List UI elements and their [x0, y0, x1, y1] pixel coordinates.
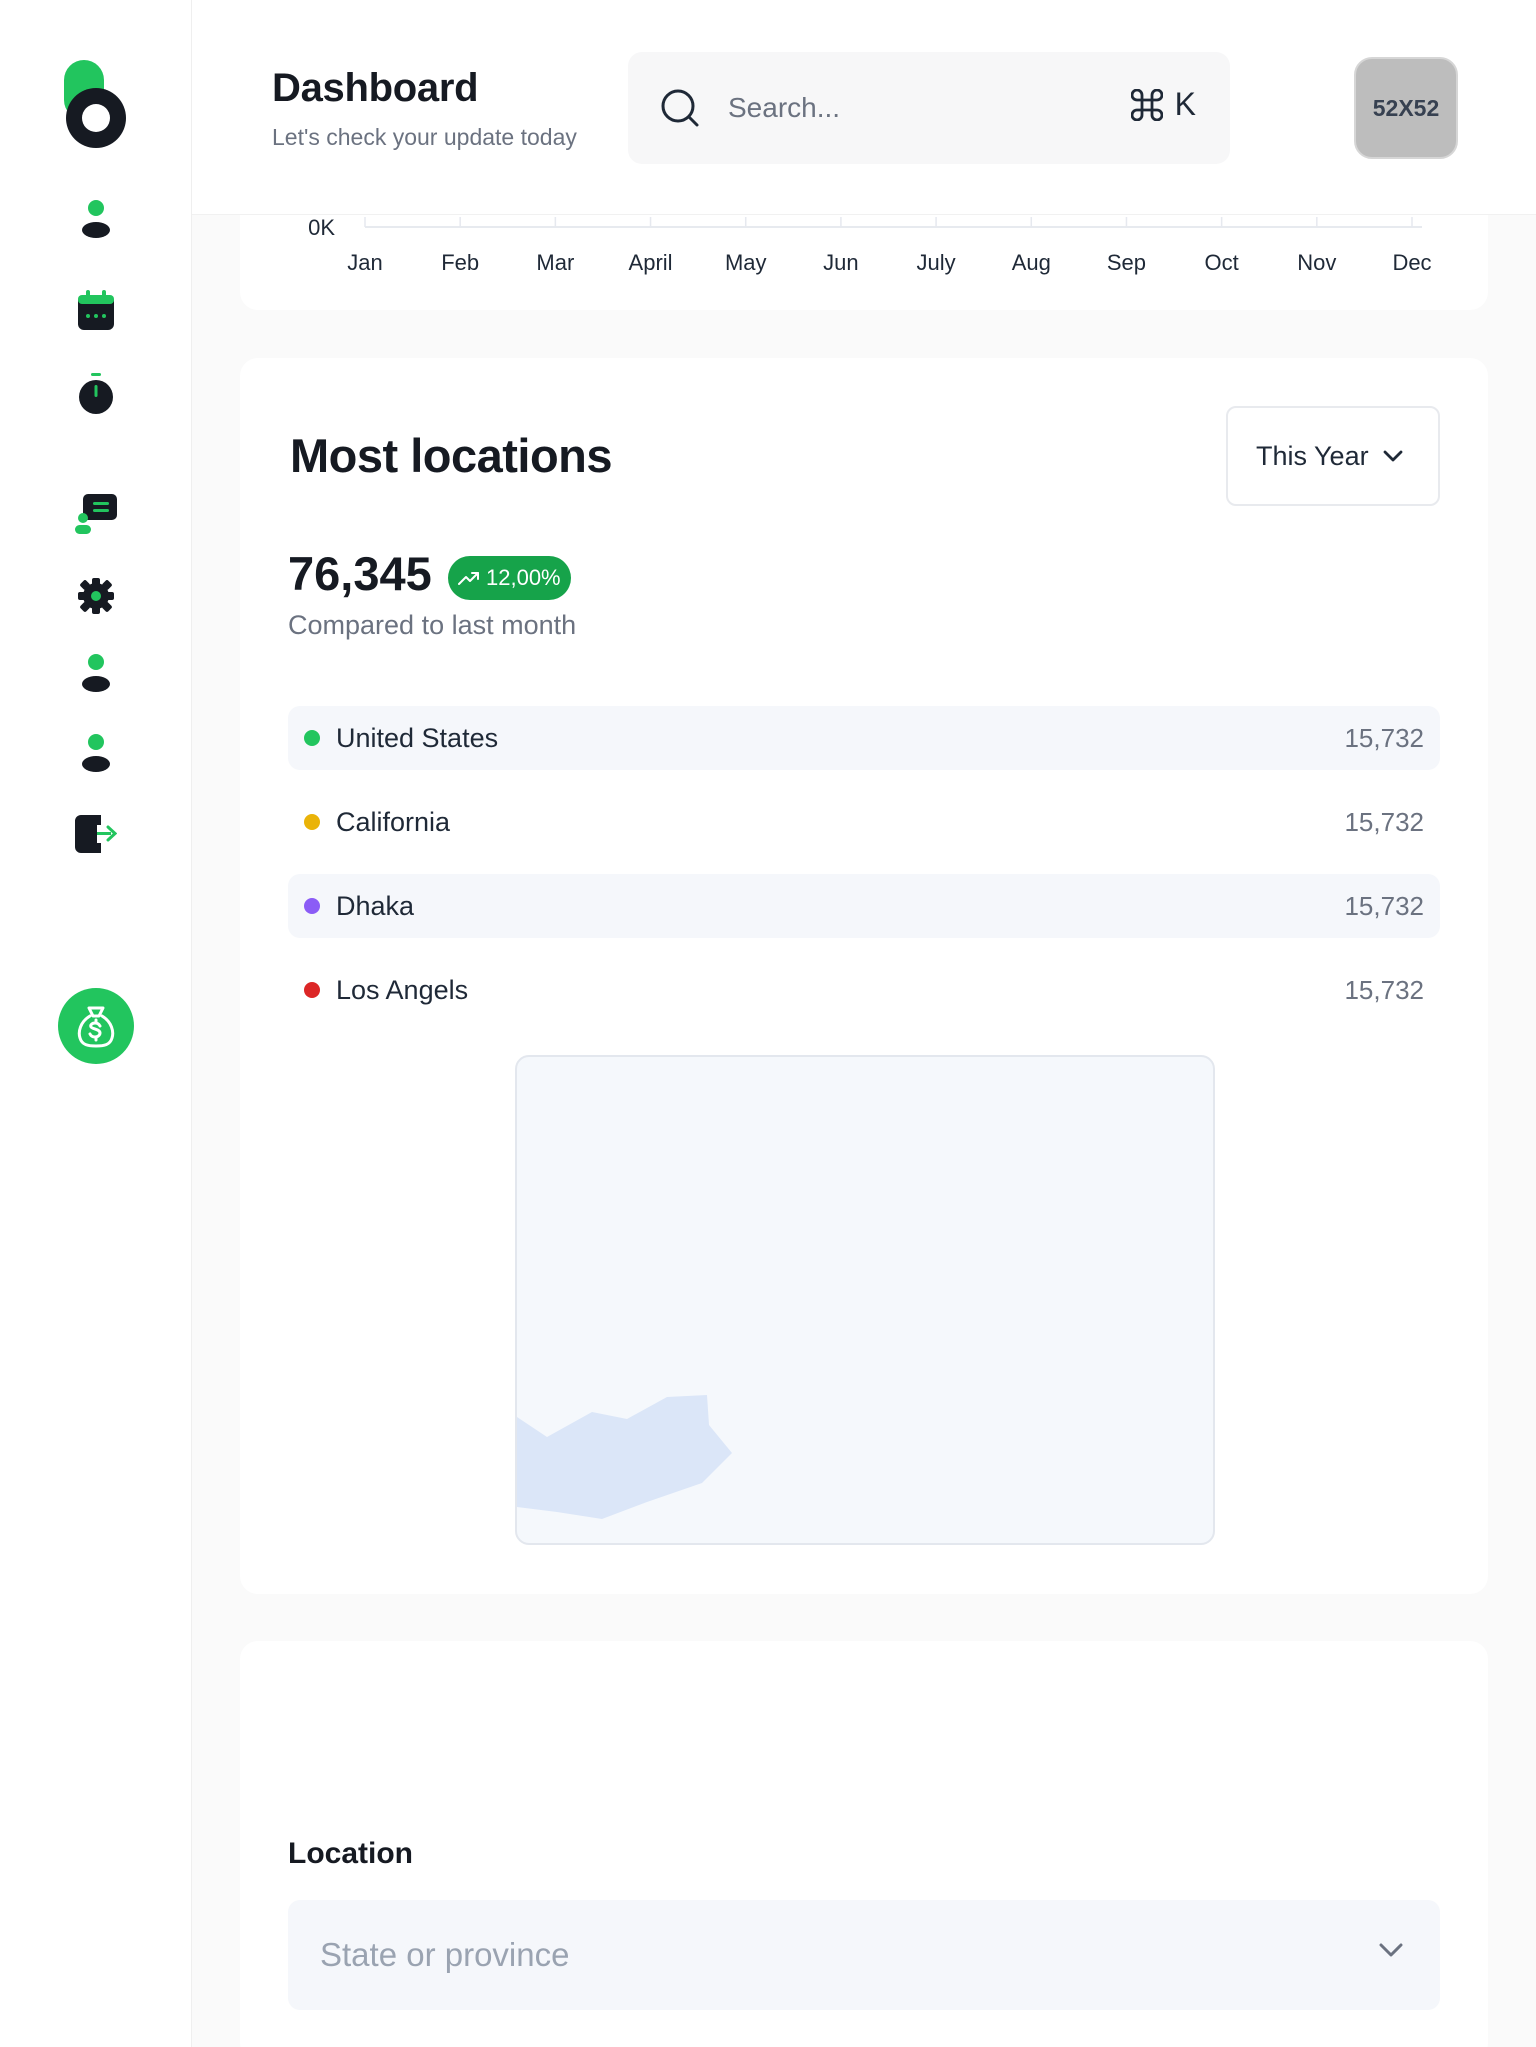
- x-tick-label: May: [725, 250, 767, 275]
- command-icon: [1130, 88, 1163, 121]
- shortcut-key: K: [1174, 86, 1196, 122]
- x-tick-label: Dec: [1392, 250, 1431, 275]
- logo[interactable]: [62, 60, 130, 152]
- page-subtitle: Let's check your update today: [272, 124, 577, 150]
- location-value: 15,732: [1344, 974, 1424, 1005]
- top-header: Dashboard Let's check your update today …: [192, 0, 1536, 215]
- location-label: Location: [288, 1837, 413, 1870]
- list-item[interactable]: Los Angels 15,732: [288, 958, 1440, 1022]
- total-count: 76,345: [288, 547, 432, 600]
- search-shortcut: K: [1130, 86, 1196, 123]
- list-item[interactable]: Dhaka 15,732: [288, 874, 1440, 938]
- search-icon: [661, 89, 699, 127]
- sidebar: [0, 0, 192, 2047]
- card-title: Most locations: [290, 429, 613, 482]
- user-icon[interactable]: [72, 196, 120, 244]
- x-tick-label: Aug: [1012, 250, 1051, 275]
- list-item[interactable]: California 15,732: [288, 790, 1440, 854]
- x-tick-label: Nov: [1297, 250, 1336, 275]
- y-tick-label: 0K: [308, 215, 335, 240]
- growth-value: 12,00%: [486, 565, 561, 590]
- location-form-card: Location State or province: [240, 1641, 1488, 2047]
- legend-dot: [304, 982, 320, 998]
- user-icon[interactable]: [72, 730, 120, 778]
- user-icon[interactable]: [72, 650, 120, 698]
- legend-dot: [304, 814, 320, 830]
- location-name: Dhaka: [336, 890, 415, 921]
- x-tick-label: Feb: [441, 250, 479, 275]
- period-select[interactable]: This Year: [1226, 406, 1440, 506]
- calendar-icon[interactable]: [72, 286, 120, 334]
- list-item[interactable]: United States 15,732: [288, 706, 1440, 770]
- world-map[interactable]: [515, 1055, 1215, 1545]
- money-bag-icon[interactable]: [58, 988, 134, 1064]
- growth-badge: 12,00%: [448, 556, 571, 600]
- timer-icon[interactable]: [72, 370, 120, 418]
- x-tick-label: Jun: [823, 250, 858, 275]
- compare-text: Compared to last month: [288, 610, 577, 640]
- page-title: Dashboard: [272, 66, 479, 110]
- logout-icon[interactable]: [72, 810, 120, 858]
- location-name: Los Angels: [336, 974, 469, 1005]
- trend-up-icon: [458, 572, 479, 585]
- map-region: [517, 1395, 732, 1519]
- x-tick-label: Sep: [1107, 250, 1146, 275]
- search-box[interactable]: K: [628, 52, 1230, 164]
- avatar[interactable]: 52X52: [1354, 57, 1458, 159]
- period-select-value: This Year: [1256, 440, 1369, 471]
- x-tick-label: Jan: [347, 250, 382, 275]
- location-value: 15,732: [1344, 890, 1424, 921]
- x-tick-label: Mar: [536, 250, 574, 275]
- chat-icon[interactable]: [72, 490, 120, 538]
- chevron-down-icon: [1379, 1943, 1403, 1957]
- legend-dot: [304, 898, 320, 914]
- location-value: 15,732: [1344, 806, 1424, 837]
- gear-icon[interactable]: [72, 572, 120, 620]
- most-locations-card: Most locations This Year 76,345 12,00% C…: [240, 358, 1488, 1594]
- state-select[interactable]: State or province: [288, 1900, 1440, 2010]
- search-input[interactable]: [728, 82, 1108, 134]
- location-name: California: [336, 806, 451, 837]
- legend-dot: [304, 730, 320, 746]
- x-tick-label: July: [917, 250, 956, 275]
- location-list: United States 15,732 California 15,732 D…: [288, 706, 1440, 1042]
- state-select-placeholder: State or province: [320, 1936, 570, 1973]
- location-value: 15,732: [1344, 722, 1424, 753]
- chevron-down-icon: [1383, 450, 1402, 462]
- x-tick-label: Oct: [1205, 250, 1239, 275]
- x-tick-label: April: [629, 250, 673, 275]
- location-name: United States: [336, 722, 499, 753]
